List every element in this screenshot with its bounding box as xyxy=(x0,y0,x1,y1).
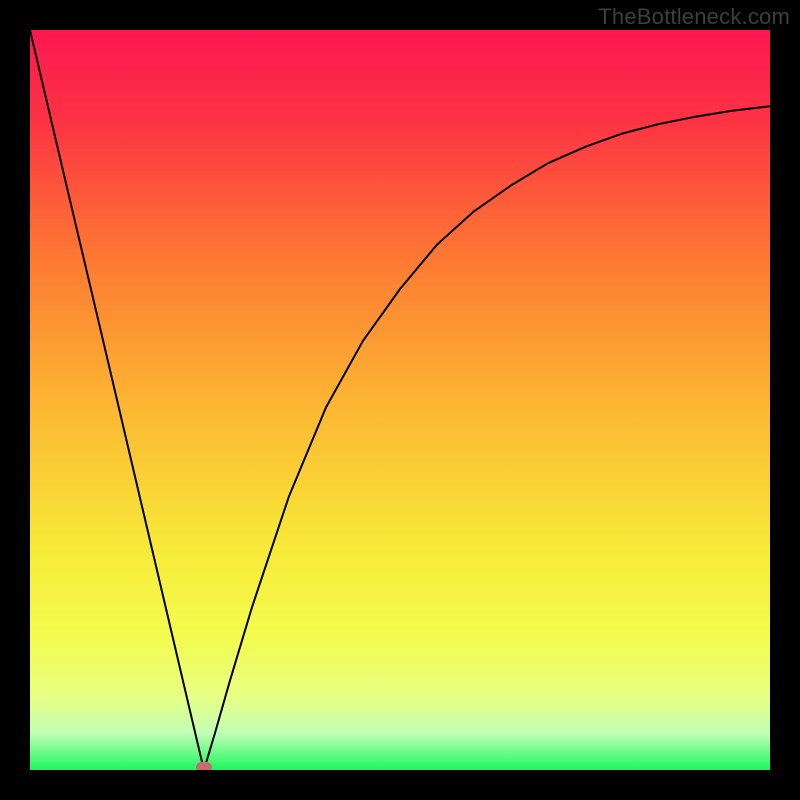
chart-container: TheBottleneck.com xyxy=(0,0,800,800)
chart-background xyxy=(30,30,770,770)
chart-plot-area xyxy=(30,30,770,770)
watermark-text: TheBottleneck.com xyxy=(598,4,790,30)
